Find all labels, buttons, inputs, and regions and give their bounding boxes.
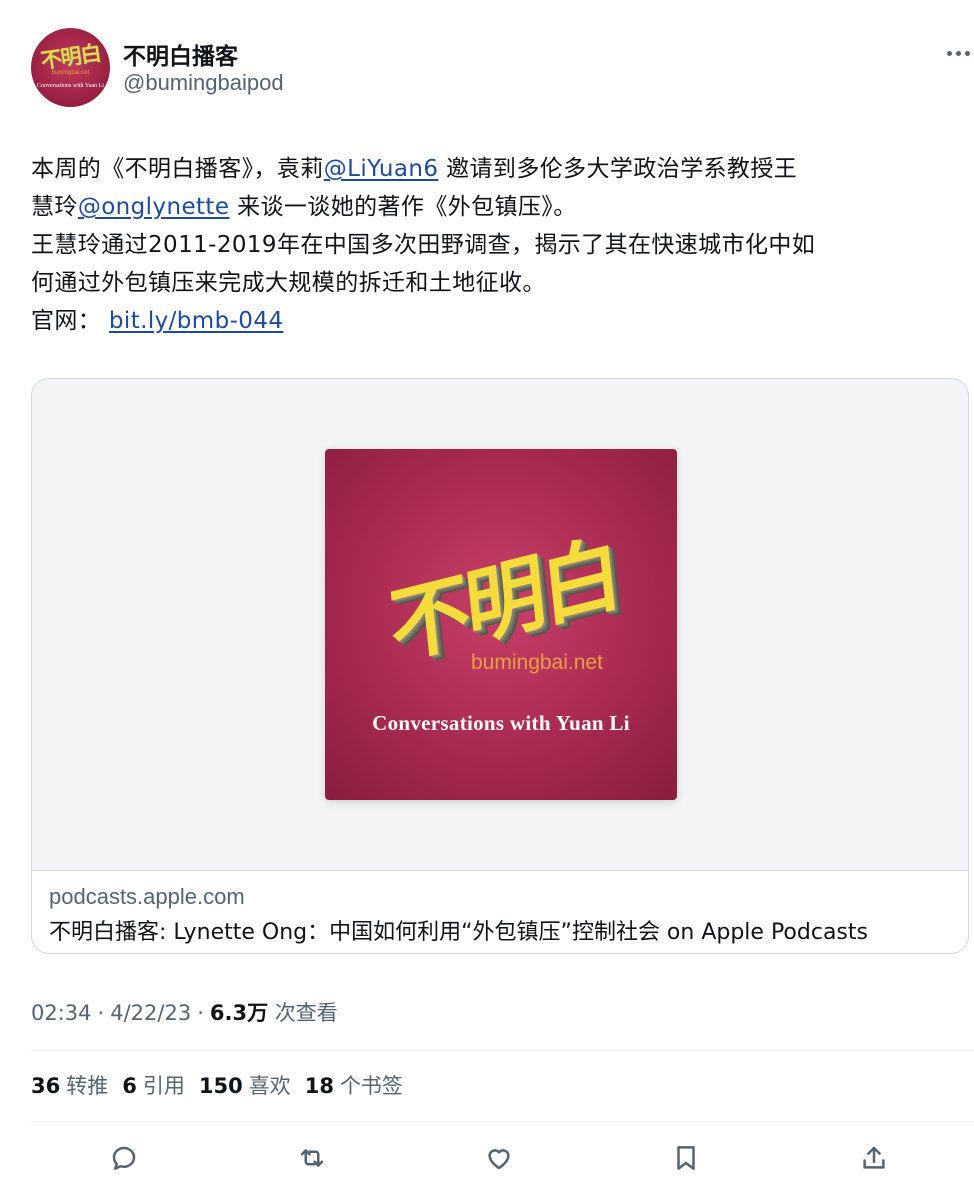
views-count: 6.3万 (209, 1001, 269, 1025)
tweet-text-segment: 官网： (31, 308, 109, 334)
meta-separator: · (197, 1001, 204, 1025)
stat-count: 150 (198, 1074, 243, 1098)
stat-count: 6 (122, 1074, 137, 1098)
podcast-cover-image: 不明白 bumingbai.net Conversations with Yua… (325, 449, 677, 800)
tweet-link[interactable]: @LiYuan6 (324, 156, 439, 182)
tweet-text-segment: 本周的《不明白播客》，袁莉 (31, 156, 324, 182)
retweet-icon[interactable] (292, 1138, 332, 1178)
tweet-text-segment: 来谈一谈她的著作《外包镇压》。 (229, 194, 577, 220)
stat-label: 喜欢 (248, 1074, 291, 1098)
link-card[interactable]: 不明白 bumingbai.net Conversations with Yua… (31, 378, 969, 954)
stat-2[interactable]: 150 喜欢 (199, 1074, 291, 1098)
stat-3[interactable]: 18 个书签 (305, 1074, 403, 1098)
tweet-date[interactable]: 4/22/23 (110, 1001, 191, 1025)
stat-0[interactable]: 36 转推 (31, 1074, 108, 1098)
stat-label: 个书签 (339, 1074, 403, 1098)
tweet-line: 王慧玲通过2011-2019年在中国多次田野调查，揭示了其在快速城市化中如 (31, 226, 963, 264)
tweet-text-segment: 慧玲 (31, 194, 78, 220)
more-dot (964, 50, 970, 56)
card-media: 不明白 bumingbai.net Conversations with Yua… (32, 379, 968, 871)
stat-label: 转推 (66, 1074, 109, 1098)
bookmark-icon[interactable] (666, 1138, 706, 1178)
avatar-tagline: Conversations with Yuan Li (37, 83, 104, 89)
engagement-stats: 36 转推 6 引用 150 喜欢 18 个书签 (31, 1070, 417, 1100)
card-domain: podcasts.apple.com (49, 884, 245, 909)
cover-site-text: bumingbai.net (471, 651, 603, 674)
more-dot (946, 50, 952, 56)
stat-count: 36 (31, 1074, 61, 1098)
tweet-text-segment: 王慧玲通过2011-2019年在中国多次田野调查，揭示了其在快速城市化中如 (31, 232, 816, 258)
tweet-meta: 02:34 · 4/22/23 · 6.3万 次查看 (31, 997, 338, 1027)
stat-count: 18 (304, 1074, 334, 1098)
reply-icon[interactable] (104, 1138, 144, 1178)
author-display-name[interactable]: 不明白播客 (123, 37, 238, 71)
author-handle[interactable]: @bumingbaipod (123, 70, 284, 96)
tweet-text-segment: 何通过外包镇压来完成大规模的拆迁和土地征收。 (31, 270, 546, 296)
tweet-time[interactable]: 02:34 (31, 1001, 92, 1025)
views-label: 次查看 (274, 1001, 338, 1025)
divider (31, 1121, 974, 1122)
action-bar (0, 1132, 974, 1182)
tweet-line: 本周的《不明白播客》，袁莉@LiYuan6 邀请到多伦多大学政治学系教授王 (31, 150, 963, 188)
tweet-link[interactable]: bit.ly/bmb-044 (109, 308, 283, 334)
share-icon[interactable] (854, 1138, 894, 1178)
tweet-link[interactable]: @onglynette (78, 194, 230, 220)
tweet-line: 官网： bit.ly/bmb-044 (31, 302, 963, 340)
tweet-text-segment: 邀请到多伦多大学政治学系教授王 (438, 156, 798, 182)
tweet-line: 慧玲@onglynette 来谈一谈她的著作《外包镇压》。 (31, 188, 963, 226)
stat-label: 引用 (142, 1074, 185, 1098)
divider (31, 1050, 974, 1051)
like-icon[interactable] (479, 1138, 519, 1178)
more-options-icon[interactable] (938, 38, 974, 68)
meta-separator: · (97, 1001, 105, 1025)
stat-1[interactable]: 6 引用 (122, 1074, 185, 1098)
avatar[interactable]: 不明白 bumingbai.net Conversations with Yua… (31, 28, 110, 107)
card-title: 不明白播客: Lynette Ong：中国如何利用“外包镇压”控制社会 on A… (49, 920, 868, 945)
tweet-line: 何通过外包镇压来完成大规模的拆迁和土地征收。 (31, 264, 963, 302)
more-dot (955, 50, 961, 56)
cover-tagline: Conversations with Yuan Li (372, 711, 630, 735)
tweet-text: 本周的《不明白播客》，袁莉@LiYuan6 邀请到多伦多大学政治学系教授王 慧玲@… (31, 150, 963, 340)
avatar-site-text: bumingbai.net (51, 70, 90, 76)
